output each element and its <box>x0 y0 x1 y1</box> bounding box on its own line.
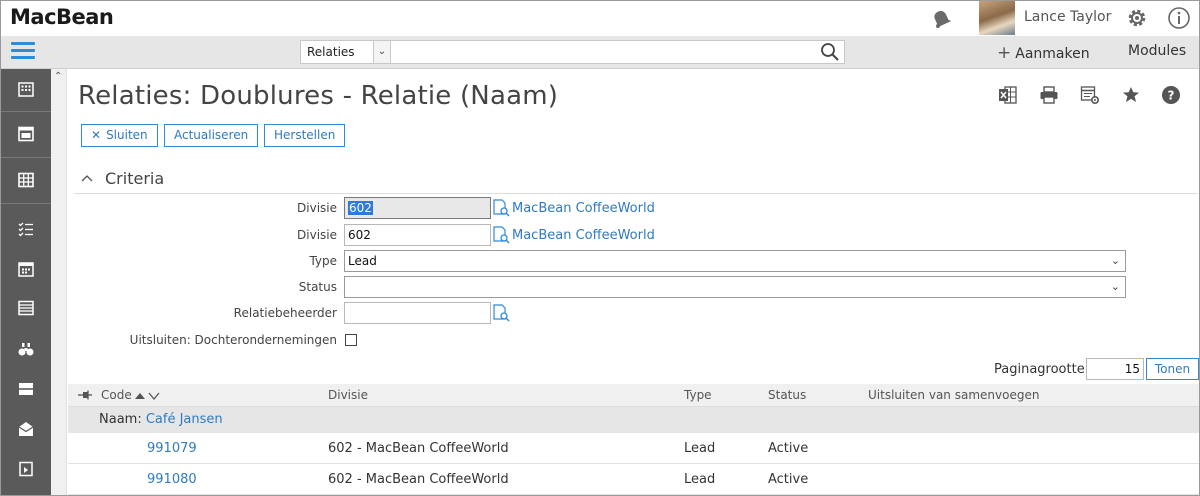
chevron-down-icon[interactable]: ⌄ <box>373 41 390 63</box>
svg-text:?: ? <box>1168 89 1175 103</box>
create-button[interactable]: + Aanmaken <box>997 43 1090 63</box>
chevron-down-icon: ⌄ <box>1110 280 1120 293</box>
list-icon[interactable] <box>1 293 51 323</box>
pin-icon[interactable] <box>77 389 93 401</box>
star-icon[interactable] <box>1121 85 1141 105</box>
status-label: Status <box>298 280 337 294</box>
row-divisie: 602 - MacBean CoffeeWorld <box>328 472 509 487</box>
document-icon[interactable] <box>1 454 51 484</box>
chevron-down-icon: ⌄ <box>1110 254 1120 267</box>
excel-icon[interactable] <box>998 85 1018 105</box>
gear-icon[interactable] <box>1125 6 1149 30</box>
lookup-icon[interactable] <box>492 199 510 217</box>
print-icon[interactable] <box>1039 85 1059 105</box>
vertical-scrollbar[interactable] <box>51 69 67 495</box>
info-icon[interactable] <box>1167 6 1191 30</box>
group-name-link[interactable]: Café Jansen <box>146 412 223 427</box>
panel-icon[interactable] <box>1 374 51 404</box>
row-type: Lead <box>684 472 716 487</box>
row-status: Active <box>768 441 809 456</box>
row-code-link[interactable]: 991080 <box>147 472 197 487</box>
mail-open-icon[interactable] <box>1 414 51 444</box>
type-select-value: Lead <box>348 254 377 268</box>
column-header-code[interactable]: Code <box>101 388 132 402</box>
app-logo[interactable]: MacBean <box>10 5 114 29</box>
top-bar: MacBean Lance Taylor <box>1 1 1199 36</box>
group-label: Naam: Café Jansen <box>99 412 223 427</box>
building-icon[interactable] <box>1 74 51 104</box>
grid-icon[interactable] <box>1 165 51 195</box>
column-header-divisie[interactable]: Divisie <box>328 388 368 402</box>
reset-button[interactable]: Herstellen <box>264 124 346 147</box>
show-button[interactable]: Tonen <box>1146 358 1199 380</box>
window-icon[interactable] <box>1 119 51 149</box>
group-row: Naam: Café Jansen <box>68 407 1199 433</box>
exclude-subsidiaries-checkbox[interactable] <box>345 334 357 346</box>
row-code-link[interactable]: 991079 <box>147 441 197 456</box>
user-avatar[interactable] <box>979 1 1015 35</box>
column-header-exclude-merge[interactable]: Uitsluiten van samenvoegen <box>868 388 1039 402</box>
search-icon[interactable] <box>820 42 840 62</box>
search-input[interactable] <box>391 40 845 64</box>
table-row[interactable]: 991079 602 - MacBean CoffeeWorld Lead Ac… <box>68 433 1199 464</box>
user-name[interactable]: Lance Taylor <box>1024 9 1111 25</box>
page-size-label: Paginagrootte <box>994 362 1085 377</box>
divisie-label: Divisie <box>297 201 337 215</box>
modules-button[interactable]: Modules <box>1128 43 1186 59</box>
binoculars-icon[interactable] <box>1 334 51 364</box>
help-icon[interactable]: ? <box>1161 85 1181 105</box>
lookup-icon[interactable] <box>492 226 510 244</box>
create-label: Aanmaken <box>1015 46 1090 62</box>
plus-icon: + <box>997 43 1012 63</box>
checklist-icon[interactable] <box>1 214 51 244</box>
divisie-label: Divisie <box>297 228 337 242</box>
column-header-type[interactable]: Type <box>684 388 712 402</box>
close-icon: ✕ <box>91 128 102 142</box>
table-row[interactable]: 991080 602 - MacBean CoffeeWorld Lead Ac… <box>68 464 1199 495</box>
status-select[interactable]: ⌄ <box>344 276 1126 298</box>
page-size-input[interactable]: 15 <box>1086 358 1144 380</box>
page-title: Relaties: Doublures - Relatie (Naam) <box>78 81 559 111</box>
scroll-up-arrow-icon[interactable]: ⌃ <box>54 71 62 82</box>
refresh-button[interactable]: Actualiseren <box>164 124 259 147</box>
calendar-icon[interactable] <box>1 254 51 284</box>
divisie-field-readonly[interactable]: 602 <box>344 197 491 219</box>
row-divisie: 602 - MacBean CoffeeWorld <box>328 441 509 456</box>
nav-bar: Relaties ⌄ + Aanmaken Modules <box>1 36 1199 69</box>
exclude-subsidiaries-label: Uitsluiten: Dochterondernemingen <box>129 333 337 347</box>
divisie-field[interactable]: 602 <box>344 224 491 246</box>
search-scope-value: Relaties <box>307 45 355 59</box>
chevron-up-icon[interactable] <box>81 173 93 183</box>
close-button-label: Sluiten <box>106 128 148 142</box>
row-type: Lead <box>684 441 716 456</box>
divisie-link[interactable]: MacBean CoffeeWorld <box>512 228 655 243</box>
notification-bell-icon[interactable] <box>929 6 953 30</box>
divisie-link[interactable]: MacBean CoffeeWorld <box>512 201 655 216</box>
column-header-status[interactable]: Status <box>768 388 806 402</box>
table-header: Code Divisie Type Status Uitsluiten van … <box>68 384 1199 407</box>
search-scope-select[interactable]: Relaties ⌄ <box>300 40 391 64</box>
type-select[interactable]: Lead ⌄ <box>344 250 1126 272</box>
table-settings-icon[interactable] <box>1080 85 1100 105</box>
relatiebeheerder-label: Relatiebeheerder <box>233 306 337 320</box>
close-button[interactable]: ✕ Sluiten <box>81 124 158 147</box>
row-status: Active <box>768 472 809 487</box>
left-sidebar <box>1 69 51 495</box>
criteria-heading[interactable]: Criteria <box>105 169 164 188</box>
type-label: Type <box>309 254 337 268</box>
lookup-icon[interactable] <box>492 304 510 322</box>
criteria-divider <box>74 193 1198 194</box>
sort-icon[interactable] <box>134 389 162 401</box>
menu-hamburger-icon[interactable] <box>11 42 35 62</box>
relatiebeheerder-field[interactable] <box>344 302 491 324</box>
